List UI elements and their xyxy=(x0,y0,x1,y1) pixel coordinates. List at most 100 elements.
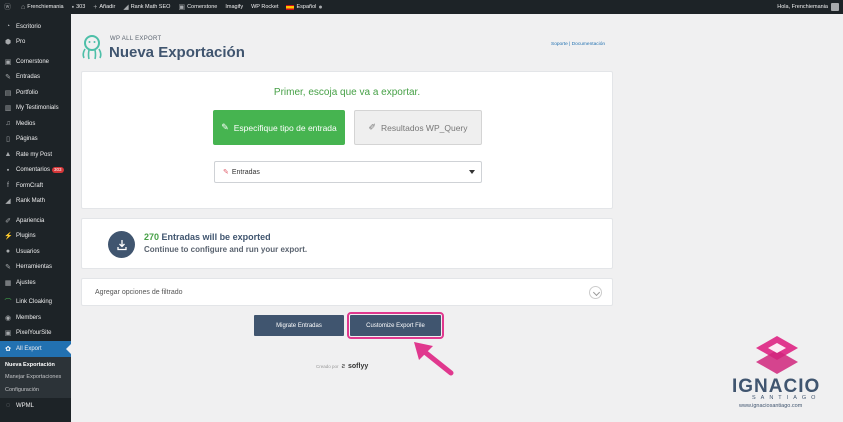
rank-math-icon: ◢ xyxy=(5,198,11,206)
pin-icon: ✎ xyxy=(221,122,229,132)
sidebar-item-medios[interactable]: ♫ Medios xyxy=(0,116,71,132)
soflyy-logo-icon: ƨ xyxy=(341,363,346,370)
comments-badge: 303 xyxy=(52,167,64,174)
media-icon: ♫ xyxy=(5,120,11,128)
watermark-surname: SANTIAGO xyxy=(752,395,821,401)
submenu-configuracion[interactable]: Configuración xyxy=(0,384,71,397)
export-count-number: 270 xyxy=(144,232,160,242)
caret-down-icon xyxy=(469,170,475,174)
users-icon: ● xyxy=(5,248,11,256)
export-prompt: Primer, escoja que va a exportar. xyxy=(273,87,421,98)
sidebar-item-wpml[interactable]: ◌ WPML xyxy=(0,398,71,414)
cornerstone-icon: ▣ xyxy=(4,58,12,66)
thumbs-up-icon: ▲ xyxy=(4,151,12,159)
link-icon: ⌒ xyxy=(4,299,12,307)
sidebar-item-usuarios[interactable]: ● Usuarios xyxy=(0,244,71,260)
avatar xyxy=(831,3,839,11)
info-icon: ● xyxy=(318,3,323,11)
support-links[interactable]: Soporte | Documentación xyxy=(551,42,605,47)
all-export-icon: ✿ xyxy=(5,345,11,353)
pin-icon: ✎ xyxy=(5,74,11,82)
admin-sidebar: ◔ Escritorio ⬢ Pro ▣ Cornerstone ✎ Entradas … xyxy=(0,14,71,422)
sidebar-item-all-export[interactable]: ✿ All Export xyxy=(0,341,71,357)
wp-logo-icon[interactable]: ⓦ xyxy=(0,0,17,14)
customize-export-button[interactable]: Customize Export File xyxy=(347,312,444,339)
export-count: 270 Entradas will be exported xyxy=(144,232,271,242)
comments-icon: ▪ xyxy=(6,166,10,174)
site-name-link[interactable]: ⌂ Frenchiemania xyxy=(17,0,68,14)
formcraft-icon: f xyxy=(7,182,9,190)
pages-icon: ▯ xyxy=(6,136,10,144)
wp-query-results-button[interactable]: ✐ Resultados WP_Query xyxy=(354,110,482,145)
cornerstone-icon: ▣ xyxy=(178,4,186,11)
brand-name: WP ALL EXPORT xyxy=(110,36,162,42)
appearance-icon: ✐ xyxy=(5,217,11,225)
sidebar-item-plugins[interactable]: ⚡ Plugins xyxy=(0,229,71,245)
submenu-nueva-exportacion[interactable]: Nueva Exportación xyxy=(0,359,71,372)
created-by: Creado por ƨ soflyy xyxy=(316,363,369,370)
pointer-arrow-icon xyxy=(411,340,457,380)
pixel-icon: ▣ xyxy=(4,330,12,338)
specify-post-type-button[interactable]: ✎ Especifique tipo de entrada xyxy=(213,110,345,145)
imagify-link[interactable]: Imagify xyxy=(221,0,247,14)
export-type-panel: Primer, escoja que va a exportar. ✎ Espe… xyxy=(81,71,613,209)
migrate-button[interactable]: Migrate Entradas xyxy=(254,315,344,336)
sidebar-item-escritorio[interactable]: ◔ Escritorio xyxy=(0,19,71,35)
sidebar-item-entradas[interactable]: ✎ Entradas xyxy=(0,70,71,86)
ignacio-santiago-logo-icon xyxy=(756,336,798,376)
export-count-text: Entradas will be exported xyxy=(161,232,271,242)
soflyy-brand: soflyy xyxy=(348,363,369,370)
sidebar-item-link-cloaking[interactable]: ⌒ Link Cloaking xyxy=(0,295,71,311)
wpml-icon: ◌ xyxy=(5,402,11,410)
pin-icon: ✎ xyxy=(223,169,229,176)
members-icon: ◉ xyxy=(4,314,12,322)
rank-math-link[interactable]: ◢ Rank Math SEO xyxy=(119,0,174,14)
sidebar-item-herramientas[interactable]: ✎ Herramientas xyxy=(0,260,71,276)
settings-icon: ▦ xyxy=(4,279,12,287)
download-icon xyxy=(108,231,135,258)
spain-flag-icon xyxy=(286,4,295,10)
page-title: Nueva Exportación xyxy=(109,44,245,61)
plus-icon: + xyxy=(93,3,98,11)
add-new-link[interactable]: + Añadir xyxy=(89,0,119,14)
sidebar-item-cornerstone[interactable]: ▣ Cornerstone xyxy=(0,54,71,70)
dashboard-icon: ◔ xyxy=(5,23,11,31)
portfolio-icon: ▤ xyxy=(4,89,12,97)
wp-all-export-logo-icon xyxy=(80,34,104,62)
export-subtext: Continue to configure and run your expor… xyxy=(144,245,308,254)
all-export-submenu: Nueva Exportación Manejar Exportaciones … xyxy=(0,356,71,398)
rank-math-icon: ◢ xyxy=(123,4,129,11)
home-icon: ⌂ xyxy=(21,3,26,11)
pro-icon: ⬢ xyxy=(4,39,12,47)
sidebar-item-portfolio[interactable]: ▤ Portfolio xyxy=(0,85,71,101)
sidebar-item-pro[interactable]: ⬢ Pro xyxy=(0,35,71,51)
sidebar-item-testimonials[interactable]: ▥ My Testimonials xyxy=(0,101,71,117)
watermark-url: www.ignaciosantiago.com xyxy=(739,403,803,409)
wp-rocket-link[interactable]: WP Rocket xyxy=(247,0,282,14)
plugins-icon: ⚡ xyxy=(4,233,13,241)
submenu-manejar-exportaciones[interactable]: Manejar Exportaciones xyxy=(0,371,71,384)
account-menu[interactable]: Hola, Frenchiemania xyxy=(777,0,839,14)
sidebar-item-paginas[interactable]: ▯ Páginas xyxy=(0,132,71,148)
sidebar-item-rate-my-post[interactable]: ▲ Rate my Post xyxy=(0,147,71,163)
chevron-down-icon[interactable] xyxy=(589,286,602,299)
wrench-icon: ✐ xyxy=(368,122,377,132)
sidebar-item-pixelyoursite[interactable]: ▣ PixelYourSite xyxy=(0,326,71,342)
comments-link[interactable]: ▪ 303 xyxy=(68,0,90,14)
admin-bar: ⓦ ⌂ Frenchiemania ▪ 303 + Añadir ◢ Rank Math… xyxy=(0,0,843,14)
tools-icon: ✎ xyxy=(5,264,11,272)
testimonials-icon: ▥ xyxy=(4,105,12,113)
post-type-select[interactable]: ✎ Entradas xyxy=(214,161,482,183)
comment-icon: ▪ xyxy=(71,3,75,11)
sidebar-item-formcraft[interactable]: f FormCraft xyxy=(0,178,71,194)
sidebar-item-comentarios[interactable]: ▪ Comentarios 303 xyxy=(0,163,71,179)
filter-options-label: Agregar opciones de filtrado xyxy=(95,289,183,296)
sidebar-item-ajustes[interactable]: ▦ Ajustes xyxy=(0,275,71,291)
sidebar-item-apariencia[interactable]: ✐ Apariencia xyxy=(0,213,71,229)
language-switcher[interactable]: Español ● xyxy=(282,0,328,14)
sidebar-item-rank-math[interactable]: ◢ Rank Math xyxy=(0,194,71,210)
sidebar-item-members[interactable]: ◉ Members xyxy=(0,310,71,326)
cornerstone-link[interactable]: ▣ Cornerstone xyxy=(174,0,221,14)
export-summary-panel: 270 Entradas will be exported Continue t… xyxy=(81,218,613,269)
filter-options-panel[interactable]: Agregar opciones de filtrado xyxy=(81,278,613,306)
